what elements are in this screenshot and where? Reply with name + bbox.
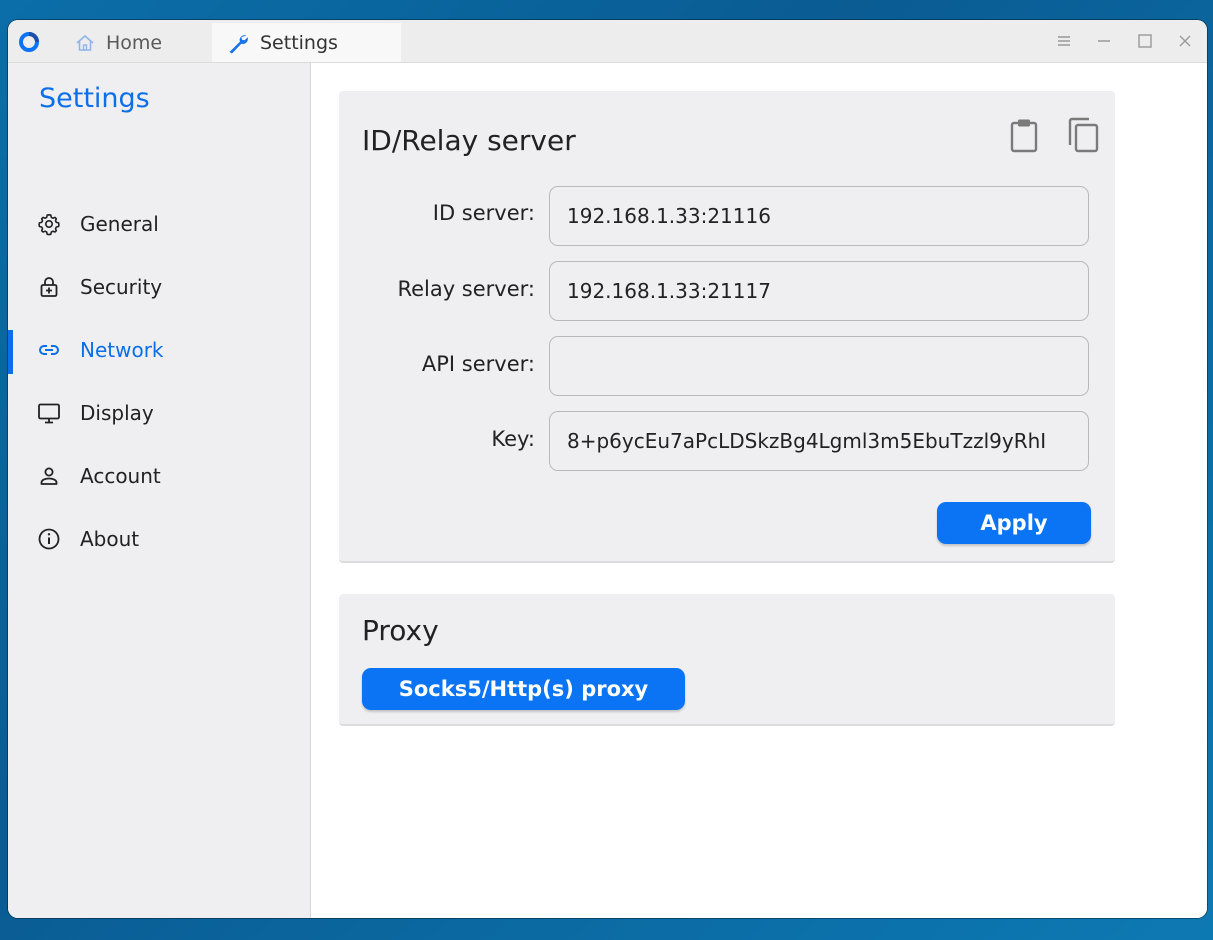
settings-window: Home Settings Settings General Security … (8, 20, 1207, 918)
sidebar-item-label: Display (80, 401, 154, 425)
maximize-icon[interactable] (1136, 32, 1154, 50)
home-icon (76, 34, 94, 51)
sidebar-item-display[interactable]: Display (8, 391, 310, 435)
sidebar-item-label: Security (80, 275, 163, 299)
relay-server-input[interactable]: 192.168.1.33:21117 (549, 261, 1089, 321)
tab-home[interactable]: Home (68, 23, 204, 62)
sidebar-title: Settings (39, 83, 150, 114)
app-logo-icon (19, 32, 39, 52)
key-label: Key: (491, 427, 535, 451)
key-input[interactable]: 8+p6ycEu7aPcLDSkzBg4Lgml3m5EbuTzzl9yRhI (549, 411, 1089, 471)
proxy-title: Proxy (362, 614, 439, 647)
clipboard-icon[interactable] (1008, 117, 1040, 153)
minimize-icon[interactable] (1095, 32, 1113, 50)
close-icon[interactable] (1176, 32, 1194, 50)
sidebar-item-general[interactable]: General (8, 202, 310, 246)
id-relay-card: ID/Relay server ID server: 192.168.1.33:… (339, 91, 1115, 563)
title-bar: Home Settings (8, 20, 1207, 63)
sidebar-item-account[interactable]: Account (8, 454, 310, 498)
sidebar-item-security[interactable]: Security (8, 265, 310, 309)
link-icon (39, 345, 59, 355)
menu-icon[interactable] (1055, 32, 1073, 50)
sidebar-item-about[interactable]: About (8, 517, 310, 561)
main-panel: ID/Relay server ID server: 192.168.1.33:… (311, 63, 1207, 918)
tab-settings-label: Settings (260, 31, 338, 54)
sidebar-item-network[interactable]: Network (8, 328, 310, 374)
apply-button[interactable]: Apply (937, 502, 1091, 544)
monitor-icon (38, 403, 60, 424)
wrench-icon (229, 34, 248, 53)
tab-home-label: Home (106, 31, 163, 54)
sidebar-item-label: Account (80, 464, 161, 488)
sidebar-item-label: Network (80, 338, 164, 362)
relay-server-label: Relay server: (397, 277, 535, 301)
id-server-input[interactable]: 192.168.1.33:21116 (549, 186, 1089, 246)
tab-settings[interactable]: Settings (212, 23, 401, 62)
copy-icon[interactable] (1067, 117, 1099, 153)
api-server-label: API server: (421, 352, 535, 376)
person-icon (40, 467, 58, 485)
socks5-proxy-button[interactable]: Socks5/Http(s) proxy (362, 668, 685, 710)
id-relay-title: ID/Relay server (362, 124, 576, 157)
sidebar: Settings General Security Network Displa… (8, 63, 311, 918)
proxy-card: Proxy Socks5/Http(s) proxy (339, 594, 1115, 726)
lock-icon (40, 277, 58, 297)
sidebar-item-label: About (80, 527, 140, 551)
gear-icon (38, 214, 60, 236)
info-icon (38, 528, 60, 550)
api-server-input[interactable] (549, 336, 1089, 396)
id-server-label: ID server: (432, 201, 535, 225)
sidebar-item-label: General (80, 212, 159, 236)
